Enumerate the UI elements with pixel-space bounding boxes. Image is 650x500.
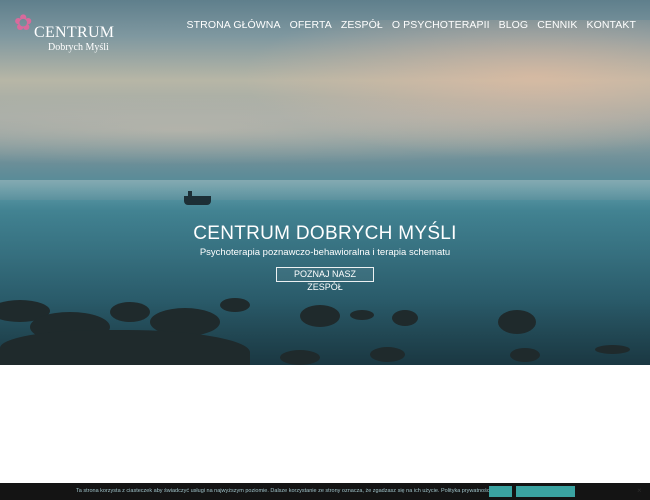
rock <box>300 305 340 327</box>
main-navigation: STRONA GŁÓWNA OFERTA ZESPÓŁ O PSYCHOTERA… <box>187 19 636 31</box>
cookie-bar: Ta strona korzysta z ciasteczek aby świa… <box>0 483 650 500</box>
site-logo[interactable]: ✿ CENTRUM Dobrych Myśli <box>14 10 114 54</box>
rock <box>280 350 320 365</box>
rock <box>498 310 536 334</box>
boat-image <box>184 191 211 205</box>
nav-item-contact[interactable]: KONTAKT <box>586 19 636 31</box>
nav-item-about-psychotherapy[interactable]: O PSYCHOTERAPII <box>392 19 490 31</box>
logo-subtitle: Dobrych Myśli <box>48 42 109 53</box>
logo-title: CENTRUM <box>34 24 115 41</box>
nav-item-pricing[interactable]: CENNIK <box>537 19 577 31</box>
nav-item-offer[interactable]: OFERTA <box>290 19 332 31</box>
rock <box>220 298 250 312</box>
rock <box>0 330 250 365</box>
meet-team-button[interactable]: POZNAJ NASZ ZESPÓŁ <box>276 267 374 292</box>
cookie-message: Ta strona korzysta z ciasteczek aby świa… <box>76 488 440 494</box>
rock <box>350 310 374 320</box>
rock <box>595 345 630 354</box>
cloud-band <box>0 95 650 165</box>
nav-item-team[interactable]: ZESPÓŁ <box>341 19 383 31</box>
cookie-notice-text: Ta strona korzysta z ciasteczek aby świa… <box>76 488 491 494</box>
close-icon[interactable]: × <box>637 486 642 495</box>
rocks-foreground <box>0 290 650 365</box>
hero-text: CENTRUM DOBRYCH MYŚLI Psychoterapia pozn… <box>0 222 650 258</box>
cookie-policy-button[interactable] <box>516 486 575 497</box>
cookie-accept-button[interactable] <box>489 486 512 497</box>
rock <box>392 310 418 326</box>
rock <box>110 302 150 322</box>
hero-section <box>0 0 650 365</box>
privacy-policy-link[interactable]: Polityka prywatności <box>441 488 491 494</box>
hero-subtitle: Psychoterapia poznawczo-behawioralna i t… <box>199 247 451 258</box>
flower-icon: ✿ <box>14 10 33 35</box>
rock <box>510 348 540 362</box>
nav-item-blog[interactable]: BLOG <box>499 19 529 31</box>
rock <box>370 347 405 362</box>
nav-item-home[interactable]: STRONA GŁÓWNA <box>187 19 281 31</box>
hero-title: CENTRUM DOBRYCH MYŚLI <box>193 223 457 244</box>
